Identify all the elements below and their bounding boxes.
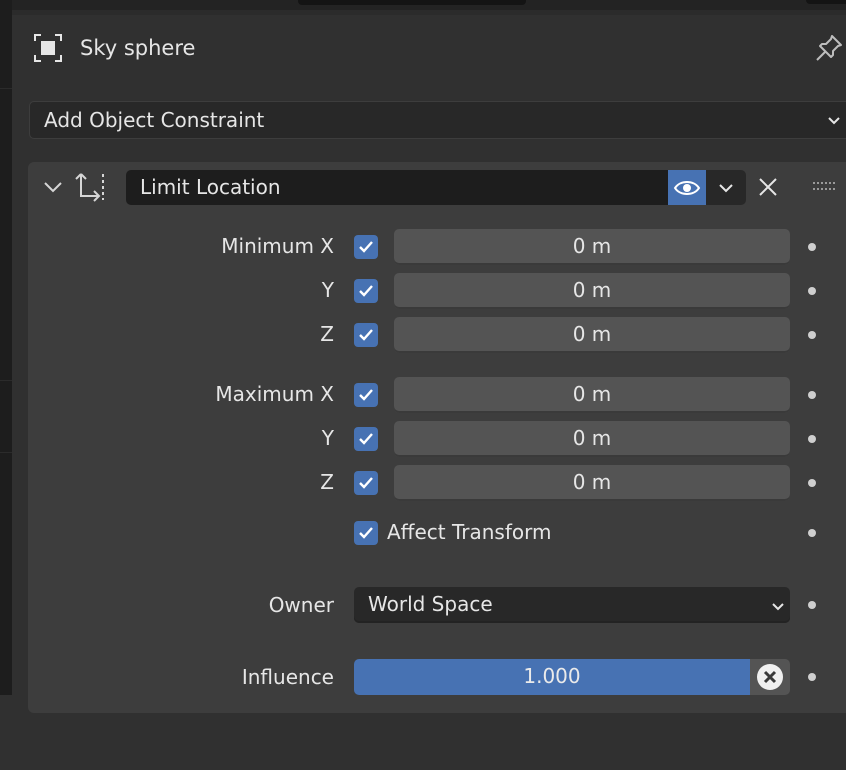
top-bar-tab[interactable] bbox=[298, 0, 526, 5]
keyframe-dot-icon[interactable] bbox=[808, 673, 816, 681]
eye-icon bbox=[673, 175, 701, 205]
chevron-down-icon bbox=[770, 598, 786, 614]
maximum-x-value: 0 m bbox=[572, 382, 612, 406]
checkmark-icon bbox=[359, 477, 373, 489]
keyframe-dot-icon[interactable] bbox=[808, 435, 816, 443]
minimum-y-label: Y bbox=[321, 278, 334, 302]
minimum-z-value: 0 m bbox=[572, 322, 612, 346]
minimum-y-value: 0 m bbox=[572, 278, 612, 302]
maximum-z-value: 0 m bbox=[572, 470, 612, 494]
maximum-x-checkbox[interactable] bbox=[354, 383, 378, 407]
owner-space-value: World Space bbox=[368, 592, 493, 616]
constraint-menu-button[interactable] bbox=[706, 170, 746, 205]
maximum-z-field[interactable]: 0 m bbox=[394, 465, 790, 501]
x-circle-icon bbox=[756, 663, 784, 695]
left-strip-separator bbox=[0, 88, 12, 89]
close-icon[interactable] bbox=[754, 173, 782, 201]
collapse-chevron-icon[interactable] bbox=[42, 176, 64, 198]
maximum-y-checkbox[interactable] bbox=[354, 427, 378, 451]
influence-slider[interactable]: 1.000 bbox=[354, 659, 750, 695]
keyframe-dot-icon[interactable] bbox=[808, 331, 816, 339]
constraint-name-value: Limit Location bbox=[140, 175, 281, 199]
influence-value: 1.000 bbox=[523, 664, 581, 688]
pin-icon[interactable] bbox=[814, 33, 844, 63]
drag-handle-icon[interactable] bbox=[812, 179, 836, 193]
limit-location-icon bbox=[72, 172, 106, 202]
disable-keep-temp-button[interactable] bbox=[750, 659, 790, 695]
minimum-y-checkbox[interactable] bbox=[354, 279, 378, 303]
left-strip-separator bbox=[0, 452, 12, 453]
chevron-down-icon bbox=[826, 112, 842, 128]
visibility-toggle-button[interactable] bbox=[668, 170, 706, 205]
maximum-x-label: Maximum X bbox=[215, 382, 334, 406]
keyframe-dot-icon[interactable] bbox=[808, 243, 816, 251]
checkmark-icon bbox=[359, 285, 373, 297]
maximum-y-label: Y bbox=[321, 426, 334, 450]
maximum-x-field[interactable]: 0 m bbox=[394, 377, 790, 413]
top-bar-tab-right bbox=[806, 0, 846, 4]
minimum-x-checkbox[interactable] bbox=[354, 235, 378, 259]
checkmark-icon bbox=[359, 389, 373, 401]
chevron-down-icon bbox=[717, 179, 735, 201]
checkmark-icon bbox=[359, 329, 373, 341]
keyframe-dot-icon[interactable] bbox=[808, 529, 816, 537]
minimum-x-field[interactable]: 0 m bbox=[394, 229, 790, 265]
maximum-z-checkbox[interactable] bbox=[354, 471, 378, 495]
add-object-constraint-label: Add Object Constraint bbox=[44, 108, 265, 132]
minimum-z-label: Z bbox=[320, 322, 334, 346]
minimum-x-value: 0 m bbox=[572, 234, 612, 258]
keyframe-dot-icon[interactable] bbox=[808, 287, 816, 295]
add-object-constraint-dropdown[interactable]: Add Object Constraint bbox=[29, 101, 846, 139]
left-strip bbox=[0, 0, 12, 695]
object-name: Sky sphere bbox=[80, 36, 196, 60]
owner-space-dropdown[interactable]: World Space bbox=[354, 587, 790, 623]
checkmark-icon bbox=[359, 241, 373, 253]
maximum-y-field[interactable]: 0 m bbox=[394, 421, 790, 457]
keyframe-dot-icon[interactable] bbox=[808, 391, 816, 399]
maximum-z-label: Z bbox=[320, 470, 334, 494]
owner-label: Owner bbox=[268, 593, 334, 617]
maximum-y-value: 0 m bbox=[572, 426, 612, 450]
minimum-z-checkbox[interactable] bbox=[354, 323, 378, 347]
influence-label: Influence bbox=[241, 665, 334, 689]
keyframe-dot-icon[interactable] bbox=[808, 601, 816, 609]
constraint-name-field[interactable]: Limit Location bbox=[126, 170, 668, 205]
affect-transform-checkbox[interactable] bbox=[354, 521, 378, 545]
top-bar bbox=[0, 0, 846, 10]
minimum-z-field[interactable]: 0 m bbox=[394, 317, 790, 353]
checkmark-icon bbox=[359, 527, 373, 539]
minimum-x-label: Minimum X bbox=[221, 234, 334, 258]
keyframe-dot-icon[interactable] bbox=[808, 479, 816, 487]
object-data-icon bbox=[34, 34, 62, 62]
affect-transform-label[interactable]: Affect Transform bbox=[387, 516, 551, 548]
checkmark-icon bbox=[359, 433, 373, 445]
minimum-y-field[interactable]: 0 m bbox=[394, 273, 790, 309]
left-strip-separator bbox=[0, 380, 12, 381]
